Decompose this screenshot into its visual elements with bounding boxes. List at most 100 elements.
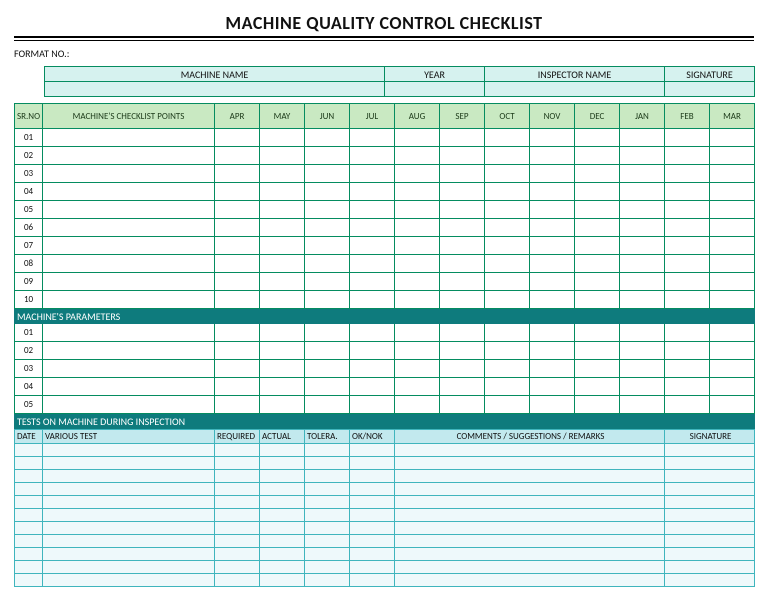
test-cell bbox=[305, 457, 350, 470]
test-cell bbox=[43, 444, 215, 457]
month-cell bbox=[440, 360, 485, 378]
test-cell bbox=[665, 535, 755, 548]
checkpoint-cell bbox=[43, 396, 215, 414]
month-cell bbox=[530, 396, 575, 414]
month-cell bbox=[665, 129, 710, 147]
test-cell bbox=[350, 483, 395, 496]
month-cell bbox=[575, 291, 620, 309]
tests-table: DATE VARIOUS TEST REQUIRED ACTUAL TOLERA… bbox=[14, 429, 755, 587]
month-cell bbox=[215, 129, 260, 147]
table-row bbox=[15, 535, 755, 548]
month-cell bbox=[395, 237, 440, 255]
month-cell bbox=[710, 147, 755, 165]
month-cell bbox=[530, 291, 575, 309]
month-cell bbox=[440, 183, 485, 201]
month-cell bbox=[260, 378, 305, 396]
test-cell bbox=[305, 483, 350, 496]
month-cell bbox=[395, 360, 440, 378]
month-cell bbox=[305, 219, 350, 237]
table-row: 06 bbox=[15, 219, 755, 237]
month-cell bbox=[395, 273, 440, 291]
tests-header-row: DATE VARIOUS TEST REQUIRED ACTUAL TOLERA… bbox=[15, 430, 755, 444]
month-cell bbox=[260, 255, 305, 273]
month-cell bbox=[350, 147, 395, 165]
checkpoint-cell bbox=[43, 165, 215, 183]
month-cell bbox=[215, 147, 260, 165]
checkpoint-cell bbox=[43, 342, 215, 360]
sr-cell: 01 bbox=[15, 324, 43, 342]
test-cell bbox=[395, 574, 665, 587]
checkpoint-cell bbox=[43, 147, 215, 165]
month-cell bbox=[440, 147, 485, 165]
month-cell bbox=[260, 291, 305, 309]
month-cell bbox=[485, 273, 530, 291]
month-cell bbox=[440, 237, 485, 255]
test-cell bbox=[350, 574, 395, 587]
test-cell bbox=[350, 470, 395, 483]
sr-cell: 02 bbox=[15, 147, 43, 165]
month-cell bbox=[305, 201, 350, 219]
month-cell bbox=[620, 378, 665, 396]
month-cell bbox=[215, 378, 260, 396]
month-cell bbox=[485, 324, 530, 342]
month-cell bbox=[350, 165, 395, 183]
checkpoint-cell bbox=[43, 324, 215, 342]
test-cell bbox=[665, 496, 755, 509]
test-cell bbox=[15, 483, 43, 496]
title-rule bbox=[14, 39, 754, 41]
table-row: 03 bbox=[15, 360, 755, 378]
month-cell bbox=[620, 219, 665, 237]
month-cell bbox=[710, 165, 755, 183]
month-header: AUG bbox=[395, 104, 440, 129]
month-cell bbox=[665, 378, 710, 396]
sr-cell: 08 bbox=[15, 255, 43, 273]
table-row: 02 bbox=[15, 147, 755, 165]
month-cell bbox=[485, 291, 530, 309]
test-cell bbox=[395, 522, 665, 535]
month-cell bbox=[305, 324, 350, 342]
month-cell bbox=[575, 165, 620, 183]
month-cell bbox=[620, 255, 665, 273]
month-cell bbox=[665, 324, 710, 342]
section-tests: TESTS ON MACHINE DURING INSPECTION bbox=[15, 414, 755, 429]
sr-cell: 05 bbox=[15, 396, 43, 414]
month-cell bbox=[260, 201, 305, 219]
month-cell bbox=[710, 237, 755, 255]
month-cell bbox=[260, 273, 305, 291]
month-cell bbox=[530, 342, 575, 360]
month-header: APR bbox=[215, 104, 260, 129]
month-cell bbox=[710, 291, 755, 309]
month-cell bbox=[215, 291, 260, 309]
month-cell bbox=[575, 396, 620, 414]
test-cell bbox=[15, 496, 43, 509]
test-cell bbox=[260, 496, 305, 509]
signature-value bbox=[665, 82, 755, 97]
month-cell bbox=[260, 219, 305, 237]
month-cell bbox=[530, 201, 575, 219]
test-cell bbox=[350, 535, 395, 548]
test-cell bbox=[395, 457, 665, 470]
section-parameters-label: MACHINE'S PARAMETERS bbox=[15, 309, 755, 324]
test-cell bbox=[350, 457, 395, 470]
test-cell bbox=[15, 574, 43, 587]
test-cell bbox=[215, 457, 260, 470]
month-cell bbox=[620, 237, 665, 255]
page-title: MACHINE QUALITY CONTROL CHECKLIST bbox=[14, 12, 754, 38]
table-row: 04 bbox=[15, 183, 755, 201]
month-cell bbox=[395, 396, 440, 414]
month-cell bbox=[350, 342, 395, 360]
month-cell bbox=[260, 237, 305, 255]
test-cell bbox=[43, 574, 215, 587]
month-cell bbox=[530, 273, 575, 291]
month-cell bbox=[575, 324, 620, 342]
test-cell bbox=[43, 561, 215, 574]
test-cell bbox=[43, 548, 215, 561]
test-cell bbox=[305, 561, 350, 574]
month-cell bbox=[665, 396, 710, 414]
month-cell bbox=[620, 360, 665, 378]
month-cell bbox=[350, 201, 395, 219]
month-cell bbox=[395, 324, 440, 342]
month-cell bbox=[350, 324, 395, 342]
oknok-header: OK/NOK bbox=[350, 430, 395, 444]
month-cell bbox=[710, 396, 755, 414]
